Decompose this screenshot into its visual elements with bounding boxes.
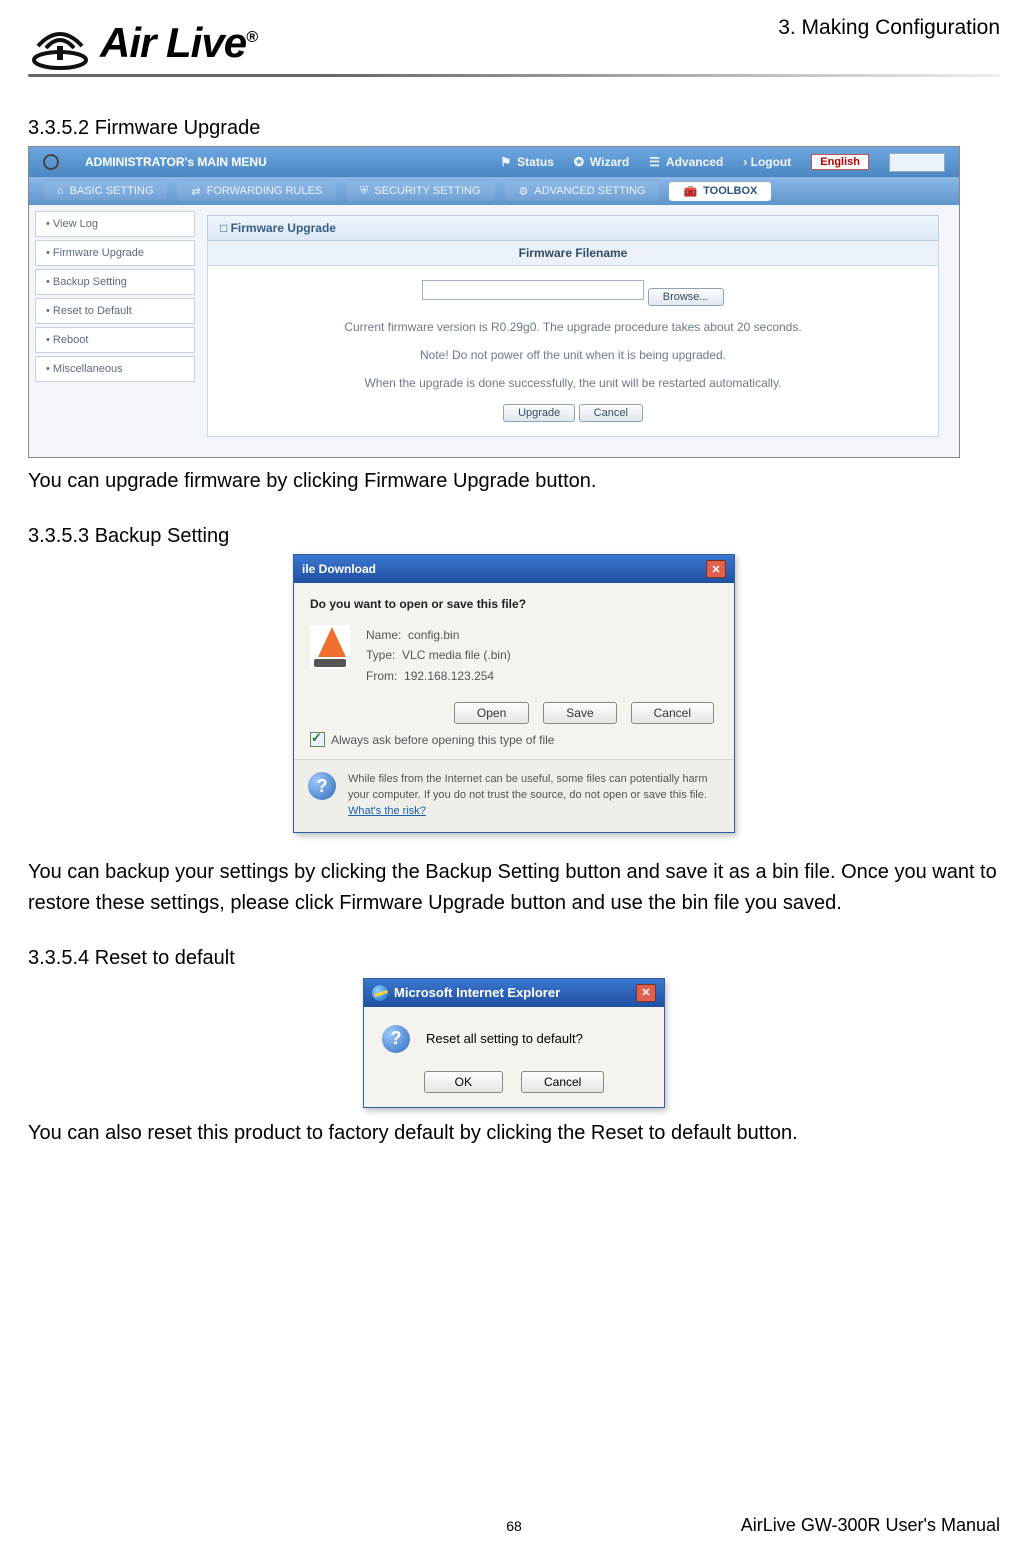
section1-body-text: You can upgrade firmware by clicking Fir… xyxy=(28,466,1000,497)
tab-advanced-setting[interactable]: ⚙ADVANCED SETTING xyxy=(505,182,660,201)
always-ask-label: Always ask before opening this type of f… xyxy=(331,733,554,747)
header-divider xyxy=(28,74,1000,77)
ie-dialog-title: Microsoft Internet Explorer xyxy=(394,985,560,1000)
sidebar-item-miscellaneous[interactable]: • Miscellaneous xyxy=(35,356,195,382)
cancel-button[interactable]: Cancel xyxy=(521,1071,604,1093)
section-heading-backup: 3.3.5.3 Backup Setting xyxy=(28,525,1000,548)
tab-security-setting[interactable]: ⛨SECURITY SETTING xyxy=(346,182,494,201)
sidebar-item-reboot[interactable]: • Reboot xyxy=(35,327,195,353)
page-number: 68 xyxy=(506,1518,522,1534)
dialog-question: Do you want to open or save this file? xyxy=(310,597,718,611)
nav-wizard[interactable]: ✪Wizard xyxy=(574,155,629,169)
file-type-icon xyxy=(310,625,350,669)
whats-the-risk-link[interactable]: What's the risk? xyxy=(348,805,426,817)
name-value: config.bin xyxy=(408,628,459,642)
chapter-title: 3. Making Configuration xyxy=(778,16,1000,40)
type-label: Type: xyxy=(366,648,395,662)
tab-basic-setting[interactable]: ⌂BASIC SETTING xyxy=(43,182,167,200)
nav-advanced[interactable]: ☰Advanced xyxy=(649,155,723,169)
cancel-button[interactable]: Cancel xyxy=(631,702,714,724)
upgrade-button[interactable]: Upgrade xyxy=(503,404,575,422)
close-icon[interactable]: ✕ xyxy=(706,560,726,578)
airlive-mark-icon xyxy=(28,16,92,70)
language-label: English xyxy=(811,154,869,170)
save-button[interactable]: Save xyxy=(543,702,616,724)
panel-info-line-3: When the upgrade is done successfully, t… xyxy=(364,376,781,390)
cancel-button[interactable]: Cancel xyxy=(579,404,643,422)
dialog-warning-text: While files from the Internet can be use… xyxy=(348,772,720,820)
sidebar-item-backup-setting[interactable]: • Backup Setting xyxy=(35,269,195,295)
question-icon: ? xyxy=(382,1025,410,1053)
help-icon: ? xyxy=(308,772,336,800)
footer-manual-title: AirLive GW-300R User's Manual xyxy=(741,1515,1000,1536)
dialog-title: ile Download xyxy=(302,562,376,576)
screenshot-file-download-dialog: ile Download ✕ Do you want to open or sa… xyxy=(293,554,735,833)
section3-body-text: You can also reset this product to facto… xyxy=(28,1118,1000,1149)
section2-body-text: You can backup your settings by clicking… xyxy=(28,857,1000,919)
screenshot-ie-confirm-dialog: Microsoft Internet Explorer ✕ ? Reset al… xyxy=(363,978,665,1108)
sidebar-item-firmware-upgrade[interactable]: • Firmware Upgrade xyxy=(35,240,195,266)
admin-main-menu-label: ADMINISTRATOR's MAIN MENU xyxy=(85,155,267,169)
language-select[interactable] xyxy=(889,153,945,172)
from-value: 192.168.123.254 xyxy=(404,669,494,683)
admin-menu-icon xyxy=(43,154,59,170)
firmware-file-input[interactable] xyxy=(422,280,644,300)
screenshot-firmware-upgrade: ADMINISTRATOR's MAIN MENU ⚑Status ✪Wizar… xyxy=(28,146,960,458)
tab-toolbox[interactable]: 🧰TOOLBOX xyxy=(669,182,771,201)
section-heading-reset: 3.3.5.4 Reset to default xyxy=(28,947,1000,970)
name-label: Name: xyxy=(366,628,401,642)
ie-icon xyxy=(372,985,388,1001)
browse-button[interactable]: Browse... xyxy=(648,288,724,306)
always-ask-checkbox[interactable] xyxy=(310,732,325,747)
tab-forwarding-rules[interactable]: ⇄FORWARDING RULES xyxy=(177,182,336,201)
ie-dialog-message: Reset all setting to default? xyxy=(426,1031,583,1046)
panel-title: □ Firmware Upgrade xyxy=(207,215,939,241)
logo-text: Air Live xyxy=(100,19,246,66)
sidebar-item-reset-default[interactable]: • Reset to Default xyxy=(35,298,195,324)
close-icon[interactable]: ✕ xyxy=(636,984,656,1002)
sidebar-item-view-log[interactable]: • View Log xyxy=(35,211,195,237)
panel-info-line-1: Current firmware version is R0.29g0. The… xyxy=(344,320,801,334)
panel-column-header: Firmware Filename xyxy=(207,241,939,266)
logo-reg: ® xyxy=(246,29,257,46)
nav-logout[interactable]: › Logout xyxy=(743,155,791,169)
panel-info-line-2: Note! Do not power off the unit when it … xyxy=(420,348,726,362)
brand-logo: Air Live® xyxy=(28,16,257,70)
open-button[interactable]: Open xyxy=(454,702,529,724)
from-label: From: xyxy=(366,669,397,683)
section-heading-firmware: 3.3.5.2 Firmware Upgrade xyxy=(28,117,1000,140)
ok-button[interactable]: OK xyxy=(424,1071,503,1093)
type-value: VLC media file (.bin) xyxy=(402,648,511,662)
nav-status[interactable]: ⚑Status xyxy=(500,155,553,169)
